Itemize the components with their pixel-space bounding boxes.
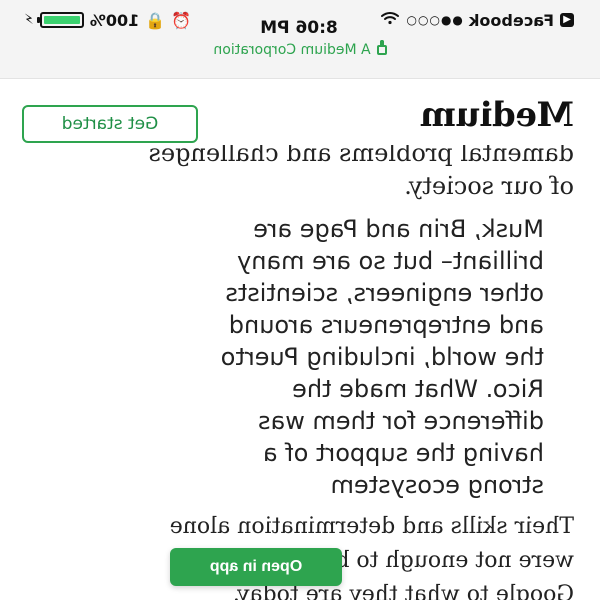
site-name: A Medium Corporation: [213, 42, 371, 58]
open-in-app-button[interactable]: Open in app: [170, 548, 342, 586]
medium-logo[interactable]: Medium: [420, 95, 574, 135]
status-row: ◀ Facebook ●●○○○ 8:06 PM ⏰ 🔒 100% ⚡: [24, 9, 574, 38]
lock-icon: [376, 45, 387, 55]
mobile-screen: ◀ Facebook ●●○○○ 8:06 PM ⏰ 🔒 100% ⚡ A Me…: [0, 0, 600, 600]
status-bar: ◀ Facebook ●●○○○ 8:06 PM ⏰ 🔒 100% ⚡ A Me…: [0, 0, 600, 79]
address-label: A Medium Corporation: [0, 40, 600, 60]
article-paragraph-top: damental problems and challenges of our …: [148, 145, 574, 200]
article-body: damental problems and challenges of our …: [0, 145, 600, 600]
get-started-button[interactable]: Get started: [22, 105, 198, 143]
status-time: 8:06 PM: [260, 18, 338, 38]
article-pull-quote: Musk, Brin and Page are brilliant– but s…: [220, 215, 544, 499]
battery-level-fill: [43, 16, 80, 24]
battery-icon: [39, 12, 84, 28]
medium-header: Medium Get started: [0, 79, 600, 149]
